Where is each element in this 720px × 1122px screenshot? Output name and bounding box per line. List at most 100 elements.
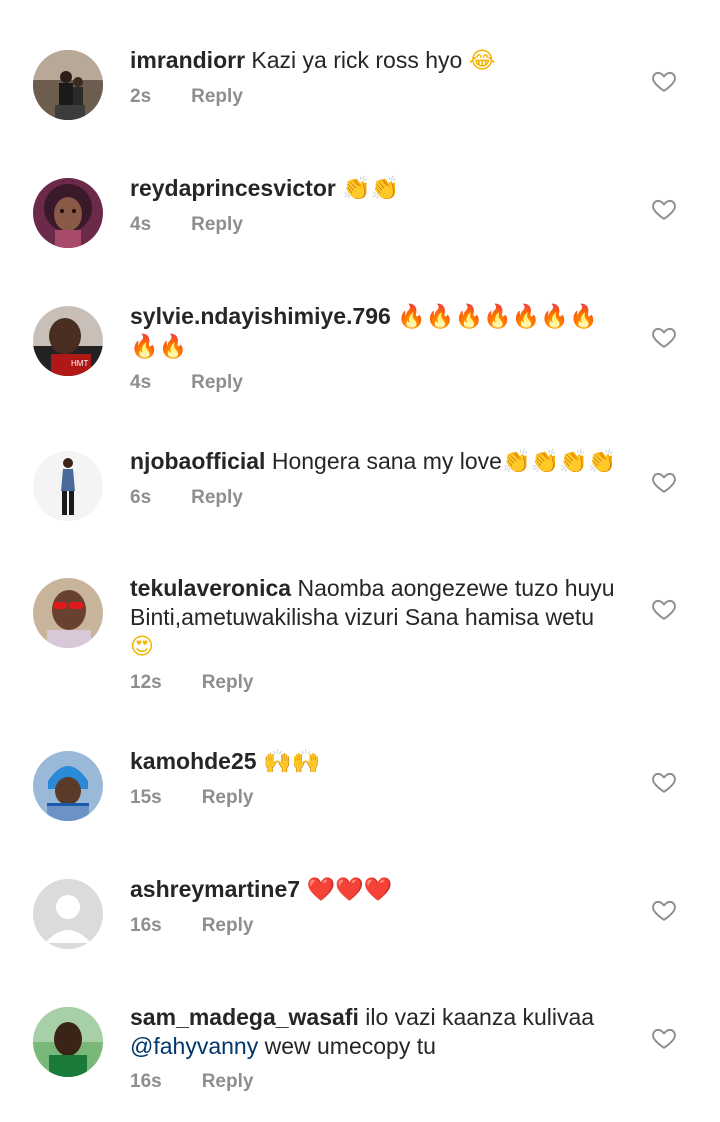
comment-username[interactable]: ashreymartine7 <box>130 876 300 902</box>
reply-button[interactable]: Reply <box>191 213 243 237</box>
reply-button[interactable]: Reply <box>202 914 254 938</box>
comment-message-continued: wew umecopy tu <box>264 1033 436 1059</box>
comment-time: 4s <box>130 214 152 235</box>
comment-username[interactable]: kamohde25 <box>130 748 257 774</box>
avatar[interactable] <box>33 1007 103 1077</box>
emoji-raising-hands: 🙌 <box>291 749 321 775</box>
comment-time: 16s <box>130 915 162 936</box>
emoji-fire: 🔥 <box>425 304 455 330</box>
comment-time: 2s <box>130 86 152 107</box>
emoji-fire: 🔥 <box>454 304 484 330</box>
comment-username[interactable]: sam_madega_wasafi <box>130 1004 359 1030</box>
emoji-clap: 👏 <box>587 449 617 475</box>
heart-outline-icon <box>652 472 676 493</box>
comment-body: tekulaveronica Naomba aongezewe tuzo huy… <box>130 574 630 695</box>
avatar[interactable] <box>33 50 103 120</box>
comment-body: kamohde25 🙌🙌 15s Reply <box>130 747 630 810</box>
emoji-heart: ❤️ <box>335 877 364 903</box>
comment-body: sam_madega_wasafi ilo vazi kaanza kuliva… <box>130 1003 630 1094</box>
avatar[interactable] <box>33 879 103 949</box>
comment-text: imrandiorr Kazi ya rick ross hyo 😂 <box>130 46 630 76</box>
emoji-fire: 🔥 <box>511 304 541 330</box>
comment-username[interactable]: tekulaveronica <box>130 575 291 601</box>
emoji-fire: 🔥 <box>540 304 570 330</box>
emoji-laughing: 😂 <box>468 48 496 74</box>
comment-body: imrandiorr Kazi ya rick ross hyo 😂 2s Rep… <box>130 46 630 109</box>
reply-button[interactable]: Reply <box>191 85 243 109</box>
like-button[interactable] <box>651 1025 677 1051</box>
avatar[interactable]: HMT <box>33 306 103 376</box>
comment-message: ilo vazi kaanza kulivaa <box>365 1004 595 1030</box>
comment-meta: 6s Reply <box>130 486 630 510</box>
comment-meta: 12s Reply <box>130 671 630 695</box>
comment-body: njobaofficial Hongera sana my love👏👏👏👏 6… <box>130 447 630 510</box>
like-button[interactable] <box>651 897 677 923</box>
comment-time: 16s <box>130 1071 162 1092</box>
comment-username[interactable]: reydaprincesvictor <box>130 175 336 201</box>
like-button[interactable] <box>651 596 677 622</box>
emoji-clap: 👏 <box>342 176 371 202</box>
comment-meta: 16s Reply <box>130 914 630 938</box>
comment-text: reydaprincesvictor 👏👏 <box>130 174 630 204</box>
comment-meta: 4s Reply <box>130 371 630 395</box>
comment-text: kamohde25 🙌🙌 <box>130 747 630 777</box>
emoji-clap: 👏 <box>501 449 531 475</box>
heart-outline-icon <box>652 327 676 348</box>
like-button[interactable] <box>651 68 677 94</box>
mention-link[interactable]: @fahyvanny <box>130 1033 258 1059</box>
comment-body: reydaprincesvictor 👏👏 4s Reply <box>130 174 630 237</box>
emoji-fire: 🔥 <box>483 304 512 330</box>
heart-outline-icon <box>652 71 676 92</box>
avatar[interactable] <box>33 178 103 248</box>
comment-username[interactable]: imrandiorr <box>130 47 245 73</box>
emoji-clap: 👏 <box>559 449 588 475</box>
like-button[interactable] <box>651 469 677 495</box>
comment-text: njobaofficial Hongera sana my love👏👏👏👏 <box>130 447 630 477</box>
comment-time: 15s <box>130 787 162 808</box>
emoji-clap: 👏 <box>370 176 400 202</box>
comment-text: sam_madega_wasafi ilo vazi kaanza kuliva… <box>130 1003 630 1061</box>
comment-meta: 2s Reply <box>130 85 630 109</box>
comment-meta: 16s Reply <box>130 1070 630 1094</box>
reply-button[interactable]: Reply <box>202 671 254 695</box>
comment-body: sylvie.ndayishimiye.796 🔥🔥🔥🔥🔥🔥🔥 🔥🔥 4s Repl… <box>130 302 630 395</box>
heart-outline-icon <box>652 900 676 921</box>
comment-time: 6s <box>130 487 152 508</box>
emoji-heart-eyes: 😍 <box>130 634 154 660</box>
reply-button[interactable]: Reply <box>191 371 243 395</box>
emoji-fire: 🔥 <box>130 334 159 360</box>
emoji-fire: 🔥 <box>158 334 188 360</box>
comment-time: 12s <box>130 672 162 693</box>
like-button[interactable] <box>651 196 677 222</box>
emoji-fire: 🔥 <box>569 304 598 330</box>
comment-text: sylvie.ndayishimiye.796 🔥🔥🔥🔥🔥🔥🔥 🔥🔥 <box>130 302 630 362</box>
avatar[interactable] <box>33 751 103 821</box>
comment-username[interactable]: njobaofficial <box>130 448 265 474</box>
comment-username[interactable]: sylvie.ndayishimiye.796 <box>130 303 391 329</box>
comment-meta: 15s Reply <box>130 786 630 810</box>
like-button[interactable] <box>651 769 677 795</box>
emoji-heart: ❤️ <box>363 877 393 903</box>
heart-outline-icon <box>652 772 676 793</box>
heart-outline-icon <box>652 599 676 620</box>
comment-time: 4s <box>130 372 152 393</box>
comment-text: tekulaveronica Naomba aongezewe tuzo huy… <box>130 574 630 662</box>
svg-text:HMT: HMT <box>71 359 88 368</box>
reply-button[interactable]: Reply <box>202 786 254 810</box>
like-button[interactable] <box>651 324 677 350</box>
reply-button[interactable]: Reply <box>191 486 243 510</box>
heart-outline-icon <box>652 1028 676 1049</box>
heart-outline-icon <box>652 199 676 220</box>
emoji-heart: ❤️ <box>306 877 336 903</box>
comment-message: Hongera sana my love <box>271 448 502 474</box>
emoji-fire: 🔥 <box>397 304 426 330</box>
emoji-clap: 👏 <box>530 449 560 475</box>
reply-button[interactable]: Reply <box>202 1070 254 1094</box>
avatar[interactable] <box>33 578 103 648</box>
comment-message: Kazi ya rick ross hyo <box>251 47 463 73</box>
emoji-raising-hands: 🙌 <box>262 749 292 775</box>
avatar[interactable] <box>33 451 103 521</box>
default-avatar-icon <box>33 879 103 949</box>
comment-meta: 4s Reply <box>130 213 630 237</box>
comment-body: ashreymartine7 ❤️❤️❤️ 16s Reply <box>130 875 630 938</box>
